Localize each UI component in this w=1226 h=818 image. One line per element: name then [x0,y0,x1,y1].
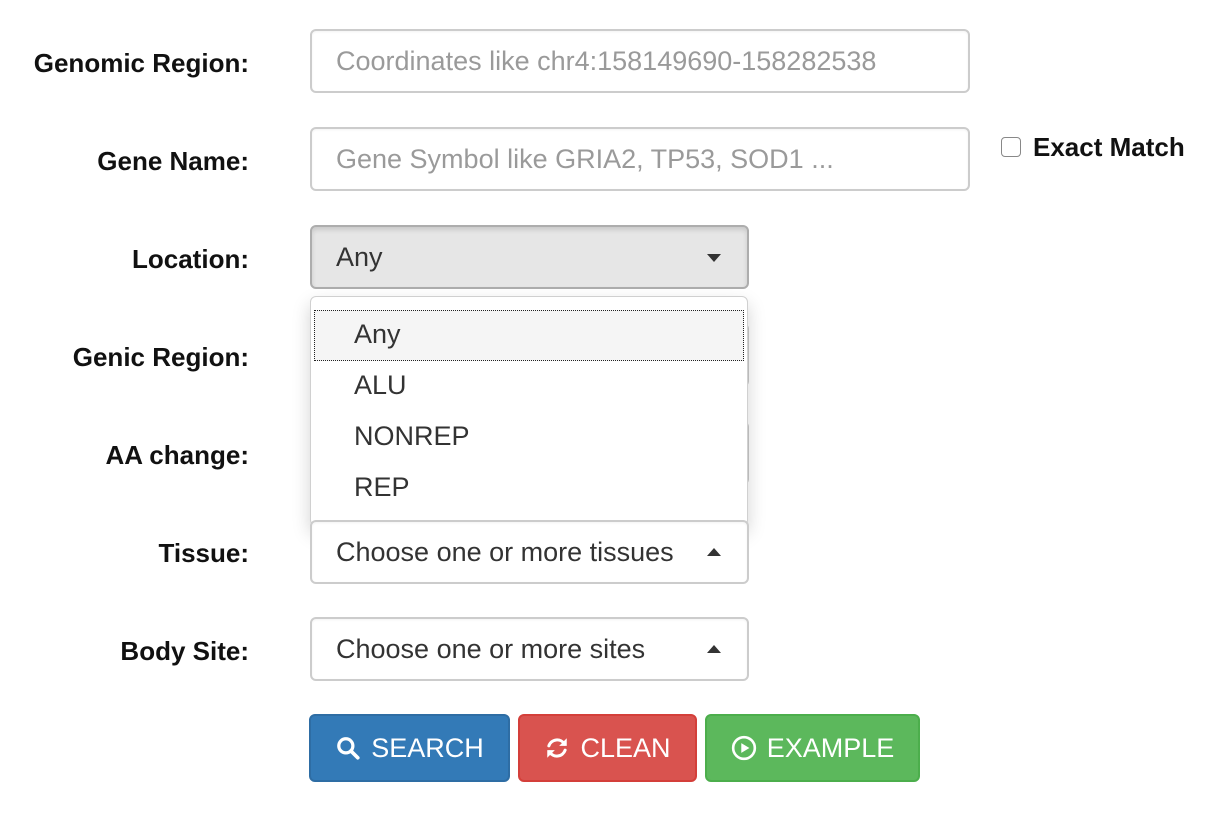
location-dropdown-menu: Any ALU NONREP REP [310,296,748,526]
location-selected-value: Any [336,242,383,272]
play-circle-icon [731,735,756,761]
location-option-nonrep[interactable]: NONREP [314,412,744,463]
example-button-label: EXAMPLE [766,732,895,763]
tissue-placeholder: Choose one or more tissues [336,537,674,567]
exact-match-toggle[interactable]: Exact Match [1001,132,1185,162]
exact-match-checkbox[interactable] [1001,137,1021,157]
body-site-placeholder: Choose one or more sites [336,634,646,664]
genomic-region-input[interactable]: Coordinates like chr4:158149690-15828253… [310,29,970,93]
genomic-region-label: Genomic Region: [33,48,249,78]
genomic-region-placeholder: Coordinates like chr4:158149690-15828253… [336,46,877,76]
caret-down-icon [707,254,721,262]
example-button[interactable]: EXAMPLE [705,714,920,782]
gene-name-label: Gene Name: [97,146,249,176]
body-site-select[interactable]: Choose one or more sites [310,617,749,681]
search-icon [337,737,360,760]
location-option-alu[interactable]: ALU [314,361,744,412]
location-select[interactable]: Any [310,225,749,289]
gene-name-placeholder: Gene Symbol like GRIA2, TP53, SOD1 ... [336,144,834,174]
genic-region-label: Genic Region: [72,342,249,372]
body-site-label: Body Site: [120,636,249,666]
exact-match-label: Exact Match [1033,131,1185,162]
search-button[interactable]: SEARCH [309,714,510,782]
location-option-rep[interactable]: REP [314,463,744,514]
caret-up-icon [707,645,721,653]
clean-button[interactable]: CLEAN [518,714,697,782]
location-option-any[interactable]: Any [314,310,744,361]
tissue-label: Tissue: [158,538,249,568]
aa-change-label: AA change: [105,440,250,470]
gene-name-input[interactable]: Gene Symbol like GRIA2, TP53, SOD1 ... [310,127,970,191]
refresh-icon [547,738,568,758]
caret-up-icon [707,548,721,556]
location-label: Location: [132,244,249,274]
tissue-select[interactable]: Choose one or more tissues [310,520,749,584]
clean-button-label: CLEAN [580,732,671,763]
search-button-label: SEARCH [371,732,484,763]
